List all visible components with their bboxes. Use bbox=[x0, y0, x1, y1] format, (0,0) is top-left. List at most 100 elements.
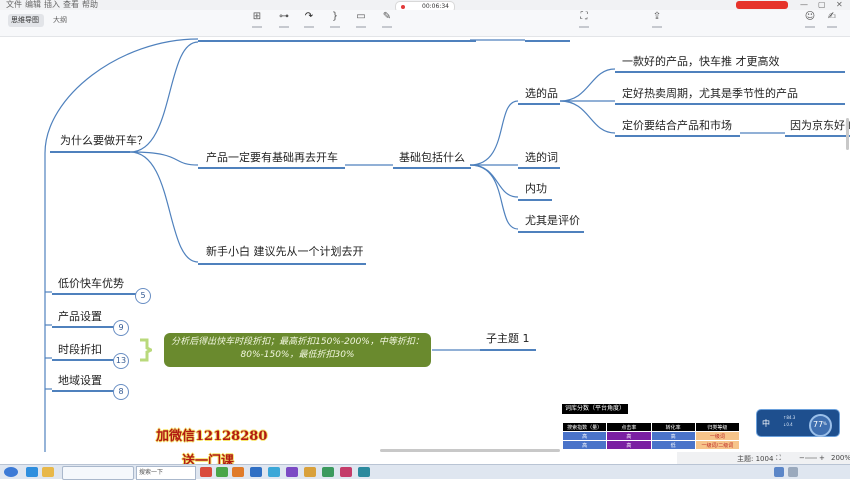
topic-time-discount-count[interactable]: 13 bbox=[113, 353, 129, 369]
branch-jd-good-line bbox=[785, 135, 850, 137]
vertical-scrollbar[interactable] bbox=[846, 118, 849, 150]
taskbar-app-icon[interactable] bbox=[250, 467, 262, 477]
branch-good-product[interactable]: 一款好的产品，快车推 才更高效 bbox=[622, 55, 780, 69]
branch-product-line bbox=[518, 103, 560, 105]
system-tray[interactable] bbox=[770, 466, 846, 478]
menu-edit[interactable]: 编辑 bbox=[25, 0, 41, 10]
menu-view[interactable]: 查看 bbox=[63, 0, 79, 10]
taskbar-app-icon[interactable] bbox=[268, 467, 280, 477]
topic-region-settings-line bbox=[52, 390, 114, 392]
menu-insert[interactable]: 插入 bbox=[44, 0, 60, 10]
topic-count: 主题: 1004 bbox=[737, 455, 774, 463]
branch-reviews-line bbox=[518, 231, 584, 233]
menu-help[interactable]: 帮助 bbox=[82, 0, 98, 10]
branch-hot-cycle-line bbox=[615, 103, 845, 105]
branch-hot-cycle[interactable]: 定好热卖周期，尤其是季节性的产品 bbox=[622, 87, 798, 101]
table-header: 搜索指数（量） bbox=[561, 422, 608, 432]
branch-why-drive[interactable]: 为什么要做开车？ bbox=[60, 134, 148, 148]
minimize-button[interactable]: — bbox=[800, 0, 808, 10]
branch-foundation-includes[interactable]: 基础包括什么 bbox=[399, 151, 465, 165]
zoom-in-button[interactable]: + bbox=[819, 454, 825, 462]
taskbar-folder-icon[interactable] bbox=[42, 467, 54, 477]
branch-pricing-line bbox=[615, 135, 740, 137]
speed-upload: ↑84.3 bbox=[783, 415, 796, 420]
zoom-level[interactable]: 200% bbox=[831, 454, 850, 462]
table-cell: 高 bbox=[606, 431, 652, 441]
taskbar-app-icon[interactable] bbox=[340, 467, 352, 477]
speed-unit: % bbox=[823, 421, 827, 426]
topic-product-settings-count[interactable]: 9 bbox=[113, 320, 129, 336]
summary-icon[interactable]: } bbox=[327, 11, 343, 28]
table-cell: 高 bbox=[650, 431, 696, 441]
taskbar-app-icon[interactable] bbox=[216, 467, 228, 477]
boundary-icon[interactable]: ▭ bbox=[353, 11, 369, 28]
branch-need-foundation-line bbox=[198, 167, 345, 169]
topic-product-settings-line bbox=[52, 326, 114, 328]
taskbar-search-placeholder: 搜索一下 bbox=[139, 469, 164, 476]
tray-volume-icon bbox=[788, 467, 798, 477]
trial-badge[interactable] bbox=[736, 1, 788, 9]
branch-good-product-line bbox=[615, 71, 845, 73]
topic-region-settings[interactable]: 地域设置 bbox=[58, 374, 102, 388]
branch-jd-good[interactable]: 因为京东好的 bbox=[790, 119, 850, 133]
menu-file[interactable]: 文件 bbox=[6, 0, 22, 10]
taskbar-app-icon[interactable] bbox=[304, 467, 316, 477]
topic-time-discount-line bbox=[52, 359, 114, 361]
branch-newbie-plan[interactable]: 新手小白 建议先从一个计划去开 bbox=[206, 245, 364, 259]
relation-icon[interactable]: ↷ bbox=[301, 11, 317, 28]
topic-low-price-count[interactable]: 5 bbox=[135, 288, 151, 304]
network-speed-widget[interactable]: 中 ↑84.3 ↓0.4 77 % bbox=[756, 409, 840, 437]
table-cell: 低 bbox=[650, 440, 696, 450]
speed-gauge-icon: 77 % bbox=[809, 414, 832, 437]
record-icon bbox=[401, 5, 405, 9]
zoom-slider[interactable] bbox=[805, 454, 817, 464]
topic-time-discount[interactable]: 时段折扣 bbox=[58, 343, 102, 357]
top-sub-line bbox=[525, 40, 570, 42]
speed-label: 中 bbox=[762, 419, 770, 428]
zen-icon[interactable]: ⛶ bbox=[576, 11, 592, 28]
share-icon[interactable]: ⇪ bbox=[649, 11, 665, 28]
branch-product[interactable]: 选的品 bbox=[525, 87, 558, 101]
branch-foundation-includes-line bbox=[393, 167, 471, 169]
branch-reviews[interactable]: 尤其是评价 bbox=[525, 214, 580, 228]
keyword-table: 搜索指数（量） 点击率 转化率 归类等级 高 高 高 一级词 高 高 低 一级词… bbox=[561, 422, 741, 450]
branch-pricing[interactable]: 定价要结合产品和市场 bbox=[622, 119, 732, 133]
maximize-button[interactable]: ▢ bbox=[818, 0, 826, 10]
branch-keywords[interactable]: 选的词 bbox=[525, 151, 558, 165]
speed-value: 77 bbox=[813, 420, 824, 429]
format-icon[interactable]: ✍ bbox=[824, 11, 840, 28]
windows-start-icon[interactable] bbox=[4, 467, 18, 477]
topic-region-settings-count[interactable]: 8 bbox=[113, 384, 129, 400]
branch-internal[interactable]: 内功 bbox=[525, 182, 547, 196]
subtopic-icon[interactable]: ⊶ bbox=[276, 11, 292, 28]
table-cell: 一级词 bbox=[694, 431, 741, 441]
taskbar-app-icon[interactable] bbox=[232, 467, 244, 477]
close-button[interactable]: ✕ bbox=[836, 0, 843, 10]
branch-need-foundation[interactable]: 产品一定要有基础再去开车 bbox=[206, 151, 338, 165]
note-time-discount[interactable]: 分析后得出快车时段折扣；最高折扣150%-200%，中等折扣：80%-150%，… bbox=[164, 333, 431, 367]
table-title: 词库分数（平台角度） bbox=[562, 404, 628, 414]
topic-low-price-line bbox=[52, 293, 136, 295]
taskbar-app-icon[interactable] bbox=[358, 467, 370, 477]
taskbar-app-icon[interactable] bbox=[322, 467, 334, 477]
taskbar-app-icon[interactable] bbox=[200, 467, 212, 477]
topic-icon[interactable]: ⊞ bbox=[249, 11, 265, 28]
taskbar: 搜索一下 bbox=[0, 464, 850, 480]
branch-keywords-line bbox=[518, 167, 560, 169]
topic-product-settings[interactable]: 产品设置 bbox=[58, 310, 102, 324]
taskbar-app-icon[interactable] bbox=[286, 467, 298, 477]
branch-newbie-plan-line bbox=[198, 263, 366, 265]
tab-mindmap[interactable]: 思维导图 bbox=[8, 14, 44, 27]
note-icon[interactable]: ✎ bbox=[379, 11, 395, 28]
toolbar: 思维导图 大纲 ⊞ ⊶ ↷ } ▭ ✎ ⛶ ⇪ ☺ ✍ bbox=[0, 10, 850, 37]
fit-icon[interactable]: ⛶ bbox=[776, 454, 781, 463]
zoom-out-button[interactable]: − bbox=[799, 454, 805, 462]
horizontal-scrollbar[interactable] bbox=[380, 449, 560, 452]
taskbar-ie-icon[interactable] bbox=[26, 467, 38, 477]
branch-internal-line bbox=[518, 199, 552, 201]
tab-outline[interactable]: 大纲 bbox=[52, 14, 68, 27]
subtopic-1[interactable]: 子主题 1 bbox=[486, 332, 530, 346]
face-icon[interactable]: ☺ bbox=[802, 11, 818, 28]
topic-low-price[interactable]: 低价快车优势 bbox=[58, 277, 124, 291]
mindmap-canvas[interactable]: 为什么要做开车？ 产品一定要有基础再去开车 新手小白 建议先从一个计划去开 基础… bbox=[0, 37, 850, 452]
